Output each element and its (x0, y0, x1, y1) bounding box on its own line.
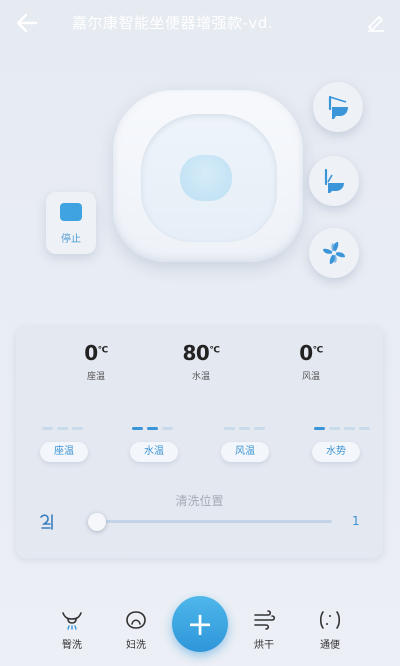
level-dot (42, 427, 53, 430)
water-temp-unit: °C (209, 345, 220, 356)
water-temp-level (132, 427, 188, 431)
level-dot (329, 427, 340, 430)
stop-icon (60, 203, 82, 221)
feminine-wash-label: 妇洗 (126, 640, 146, 651)
water-pressure-level (314, 427, 370, 431)
level-dot (147, 427, 158, 430)
toilet-seat-illustration (113, 90, 303, 262)
add-button[interactable]: + (172, 596, 228, 652)
dry-label: 烘干 (254, 640, 274, 651)
level-dot (132, 427, 143, 430)
dry-button[interactable]: 烘干 (242, 610, 286, 651)
air-temp-label: 风温 (301, 372, 320, 382)
air-temp-unit: °C (312, 345, 324, 356)
water-temp-label: 水温 (191, 372, 210, 382)
hip-wash-button[interactable]: 臀洗 (50, 610, 94, 651)
level-dot (224, 427, 235, 430)
pencil-icon[interactable] (366, 12, 386, 32)
wash-position-value: 1 (352, 514, 360, 528)
wash-position-slider[interactable] (90, 520, 332, 523)
bowel-relief-button[interactable]: 通便 (308, 610, 352, 651)
water-temp-value: 80 (182, 341, 210, 365)
level-dot (57, 427, 68, 430)
header: 嘉尔康智能坐便器增强款-vd. (0, 0, 400, 46)
water-pressure-button[interactable]: 水势 (312, 442, 360, 462)
level-dot (162, 427, 173, 430)
plus-icon: + (186, 605, 214, 643)
air-temp-value: 0 (299, 341, 313, 365)
seat-temp-unit: °C (97, 345, 109, 356)
stop-label: 停止 (61, 234, 81, 245)
bowel-relief-label: 通便 (320, 640, 340, 651)
feminine-wash-icon (126, 611, 146, 629)
arrow-left-icon[interactable] (14, 10, 40, 36)
level-dot (72, 427, 83, 430)
cover-flip-button[interactable] (309, 156, 359, 206)
cover-open-button[interactable] (313, 82, 363, 132)
seat-temp-readout: 0°C 座温 (56, 341, 136, 382)
seat-temp-label: 座温 (86, 372, 105, 382)
level-dot (344, 427, 355, 430)
hip-wash-icon (62, 612, 82, 630)
air-temp-level (224, 427, 280, 431)
nozzle-position-icon (40, 514, 53, 530)
level-dot (239, 427, 250, 430)
wash-position-label: 清洗位置 (175, 494, 224, 508)
air-temp-button[interactable]: 风温 (221, 442, 269, 462)
page-title: 嘉尔康智能坐便器增强款-vd. (72, 14, 274, 32)
fan-icon (323, 242, 345, 264)
air-temp-readout: 0°C 风温 (271, 341, 351, 382)
toilet-lid-open-icon (328, 95, 348, 119)
seat-nozzle-indicator (180, 155, 232, 201)
level-dot (359, 427, 370, 430)
seat-temp-value: 0 (84, 341, 98, 365)
bottom-nav: 臀洗 妇洗 + 烘干 通便 (0, 596, 400, 666)
toilet-seat-icon (324, 168, 344, 193)
level-dot (254, 427, 265, 430)
fan-button[interactable] (309, 228, 359, 278)
feminine-wash-button[interactable]: 妇洗 (114, 610, 158, 651)
hip-wash-label: 臀洗 (62, 640, 82, 651)
wash-position-slider-thumb[interactable] (88, 513, 106, 531)
water-temp-readout: 80°C 水温 (161, 341, 241, 382)
bowel-relief-icon (319, 611, 341, 629)
stop-button[interactable]: 停止 (46, 192, 96, 254)
dry-wind-icon (254, 610, 276, 630)
seat-temp-level (42, 427, 98, 431)
settings-panel: 0°C 座温 80°C 水温 0°C 风温 座温 水温 风温 水势 清洗位置 1 (16, 327, 383, 558)
water-temp-button[interactable]: 水温 (130, 442, 178, 462)
level-dot (314, 427, 325, 430)
seat-temp-button[interactable]: 座温 (40, 442, 88, 462)
